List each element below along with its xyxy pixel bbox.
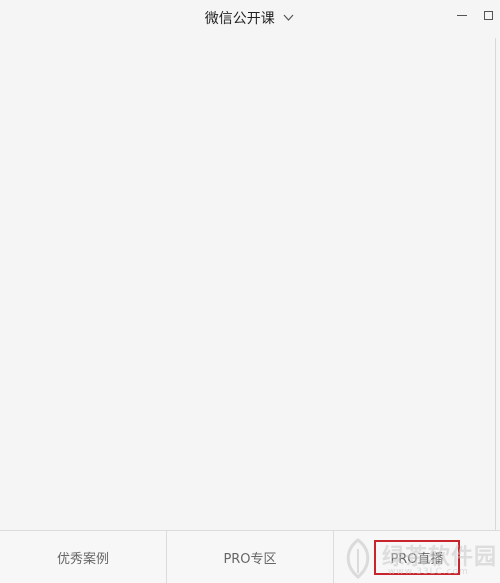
chevron-down-icon (283, 14, 294, 21)
title-dropdown[interactable]: 微信公开课 (0, 9, 500, 29)
tab-pro-zone[interactable]: PRO专区 (166, 531, 333, 583)
maximize-icon[interactable] (482, 9, 494, 21)
window-controls (456, 9, 494, 25)
app-window: 微信公开课 优秀案例 PRO专区 PRO直播 绿茶软件园 www.33LC.co… (0, 0, 500, 583)
window-border (495, 38, 496, 530)
tab-label: 优秀案例 (56, 551, 109, 567)
main-content-area (0, 38, 500, 530)
tab-cases[interactable]: 优秀案例 (0, 531, 166, 583)
minimize-icon[interactable] (456, 9, 468, 21)
bottom-tab-bar: 优秀案例 PRO专区 PRO直播 (0, 530, 500, 583)
tab-label: PRO专区 (223, 551, 277, 567)
tab-pro-live[interactable]: PRO直播 (333, 531, 500, 583)
tab-label: PRO直播 (374, 539, 460, 575)
window-title: 微信公开课 (204, 11, 275, 27)
title-bar: 微信公开课 (0, 0, 500, 38)
